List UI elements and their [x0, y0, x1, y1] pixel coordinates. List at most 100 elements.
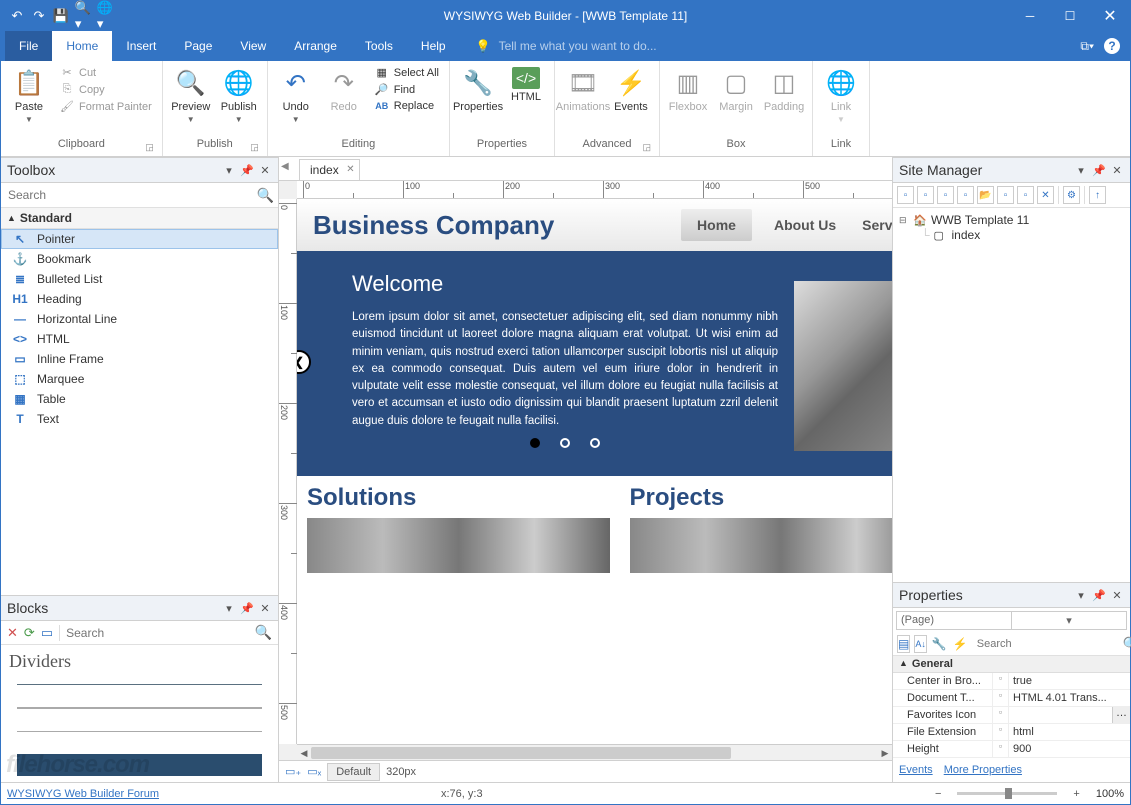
select-all-button[interactable]: ▦Select All	[370, 65, 443, 80]
paste-button[interactable]: 📋 Paste ▼	[7, 65, 51, 126]
flexbox-button[interactable]: ▥Flexbox	[666, 65, 710, 115]
props-category-general[interactable]: ▲General	[893, 656, 1130, 673]
animations-button[interactable]: 🎞Animations	[561, 65, 605, 115]
preview-button[interactable]: 🔍Preview▼	[169, 65, 213, 126]
toolbox-item-inline-frame[interactable]: ▭Inline Frame	[1, 349, 278, 369]
toolbox-item-table[interactable]: ▦Table	[1, 389, 278, 409]
props-more-link[interactable]: More Properties	[944, 764, 1022, 776]
blocks-close-icon[interactable]: ✕	[258, 601, 272, 615]
minimize-button[interactable]: ─	[1010, 1, 1050, 31]
zoom-out-button[interactable]: −	[931, 788, 945, 800]
nav-about[interactable]: About Us	[770, 209, 840, 241]
copy-button[interactable]: ⎘Copy	[55, 82, 156, 97]
tree-collapse-icon[interactable]: ⊟	[899, 215, 909, 226]
tab-close-icon[interactable]: ✕	[346, 164, 354, 175]
blocks-pin-icon[interactable]: 📌	[240, 601, 254, 615]
toolbox-item-text[interactable]: TText	[1, 409, 278, 429]
toolbox-item-pointer[interactable]: ↖Pointer	[1, 229, 278, 249]
undo-button[interactable]: ↶Undo▼	[274, 65, 318, 126]
props-events-icon[interactable]: ⚡	[952, 635, 969, 653]
menu-home[interactable]: Home	[52, 31, 112, 61]
divider-sample-2[interactable]	[17, 707, 262, 709]
props-search-icon[interactable]: 🔍	[1123, 636, 1131, 653]
prop-row[interactable]: Favorites Icon▫…	[893, 707, 1130, 724]
redo-button[interactable]: ↷Redo	[322, 65, 366, 115]
scroll-thumb[interactable]	[311, 747, 731, 759]
sm-open-icon[interactable]: 📂	[977, 186, 994, 204]
props-options-icon[interactable]: ▾	[1074, 588, 1088, 602]
close-button[interactable]: ✕	[1090, 1, 1130, 31]
responsive-add-icon[interactable]: ▭₊	[285, 765, 301, 778]
undo-icon[interactable]: ↶	[9, 8, 25, 24]
margin-button[interactable]: ▢Margin	[714, 65, 758, 115]
blocks-close-x-icon[interactable]: ✕	[7, 625, 18, 641]
menu-page[interactable]: Page	[170, 31, 226, 61]
clipboard-launcher[interactable]: ◲	[145, 142, 154, 153]
divider-sample-4[interactable]	[17, 754, 262, 776]
canvas-horizontal-scrollbar[interactable]: ◀ ▶	[297, 744, 892, 760]
prop-row[interactable]: Center in Bro...▫true	[893, 673, 1130, 690]
design-canvas[interactable]: Business Company Home About Us Service ❮…	[297, 199, 892, 744]
screens-icon[interactable]: ⧉▾	[1080, 39, 1094, 54]
properties-scope-combo[interactable]: (Page) ▾	[896, 611, 1127, 630]
document-tab-index[interactable]: index ✕	[299, 159, 360, 180]
sm-delete-icon[interactable]: ✕	[1037, 186, 1054, 204]
preview-dropdown-icon[interactable]: 🔍▾	[75, 8, 91, 24]
toolbox-item-bulleted-list[interactable]: ≣Bulleted List	[1, 269, 278, 289]
tree-root[interactable]: ⊟ 🏠 WWB Template 11	[899, 212, 1124, 228]
menu-tools[interactable]: Tools	[351, 31, 407, 61]
nav-service[interactable]: Service	[858, 209, 892, 241]
menu-help[interactable]: Help	[407, 31, 460, 61]
tab-nav-left[interactable]: ◀	[281, 161, 289, 172]
forum-link[interactable]: WYSIWYG Web Builder Forum	[7, 788, 159, 800]
sm-props-icon[interactable]: ▫	[997, 186, 1014, 204]
divider-sample-1[interactable]	[17, 684, 262, 685]
advanced-launcher[interactable]: ◲	[642, 142, 651, 153]
menu-file[interactable]: File	[5, 31, 52, 61]
blocks-plus-icon[interactable]: ▭	[41, 625, 53, 641]
cut-button[interactable]: ✂Cut	[55, 65, 156, 80]
sm-gear-icon[interactable]: ⚙	[1063, 186, 1080, 204]
sm-folder-icon[interactable]: ▫	[957, 186, 974, 204]
scroll-left-icon[interactable]: ◀	[297, 745, 311, 761]
properties-button[interactable]: 🔧Properties	[456, 65, 500, 115]
sm-up-icon[interactable]: ↑	[1089, 186, 1106, 204]
publish-dropdown-icon[interactable]: 🌐▾	[97, 8, 113, 24]
padding-button[interactable]: ◫Padding	[762, 65, 806, 115]
toolbox-item-horizontal-line[interactable]: —Horizontal Line	[1, 309, 278, 329]
menu-insert[interactable]: Insert	[112, 31, 170, 61]
dot-1[interactable]	[530, 438, 540, 448]
props-wrench-icon[interactable]: 🔧	[931, 635, 948, 653]
scroll-right-icon[interactable]: ▶	[878, 745, 892, 761]
toolbox-item-marquee[interactable]: ⬚Marquee	[1, 369, 278, 389]
prop-row[interactable]: Document T...▫HTML 4.01 Trans...	[893, 690, 1130, 707]
redo-icon[interactable]: ↷	[31, 8, 47, 24]
props-pin-icon[interactable]: 📌	[1092, 588, 1106, 602]
replace-button[interactable]: ABReplace	[370, 99, 443, 113]
toolbox-item-heading[interactable]: H1Heading	[1, 289, 278, 309]
maximize-button[interactable]: ☐	[1050, 1, 1090, 31]
props-search-input[interactable]	[977, 638, 1119, 650]
format-painter-button[interactable]: 🖌Format Painter	[55, 99, 156, 114]
toolbox-search-input[interactable]	[5, 185, 253, 205]
vertical-ruler[interactable]: 0100200300400500	[279, 199, 297, 744]
save-icon[interactable]: 💾	[53, 8, 69, 24]
toolbox-item-html[interactable]: <>HTML	[1, 329, 278, 349]
sm-edit-icon[interactable]: ▫	[937, 186, 954, 204]
sitemgr-options-icon[interactable]: ▾	[1074, 163, 1088, 177]
tree-child-index[interactable]: └ ▢ index	[899, 228, 1124, 242]
nav-home[interactable]: Home	[681, 209, 752, 241]
dot-3[interactable]	[590, 438, 600, 448]
search-icon[interactable]: 🔍	[257, 187, 274, 204]
props-alpha-icon[interactable]: A↓	[914, 635, 927, 653]
sm-copy-icon[interactable]: ▫	[1017, 186, 1034, 204]
zoom-slider[interactable]	[957, 792, 1057, 795]
toolbox-item-bookmark[interactable]: ⚓Bookmark	[1, 249, 278, 269]
prop-row[interactable]: Height▫900	[893, 741, 1130, 758]
responsive-remove-icon[interactable]: ▭ₓ	[307, 765, 321, 778]
toolbox-close-icon[interactable]: ✕	[258, 163, 272, 177]
toolbox-options-icon[interactable]: ▾	[222, 163, 236, 177]
help-icon[interactable]: ?	[1104, 38, 1120, 54]
blocks-refresh-icon[interactable]: ⟳	[24, 625, 35, 641]
publish-launcher[interactable]: ◲	[250, 142, 259, 153]
